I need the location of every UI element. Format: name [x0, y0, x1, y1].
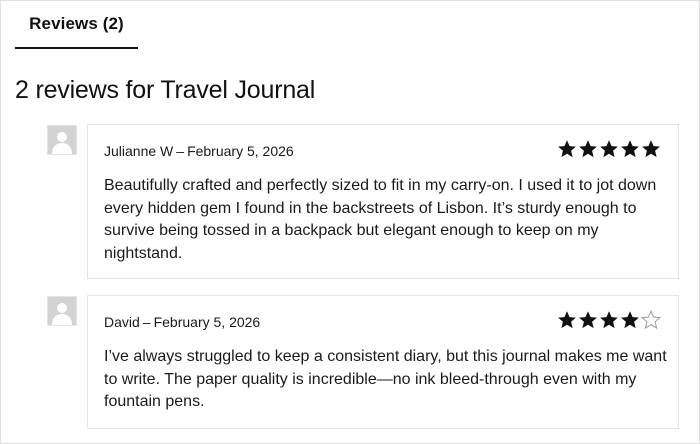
- review-text: I’ve always struggled to keep a consiste…: [104, 348, 667, 411]
- review-date: February 5, 2026: [153, 314, 261, 330]
- star-filled-icon: [600, 140, 618, 158]
- star-filled-icon: [579, 311, 597, 329]
- review-meta: David – February 5, 2026: [104, 313, 260, 331]
- review-card: Julianne W – February 5, 2026 Beautifully …: [87, 124, 679, 279]
- review-meta: Julianne W – February 5, 2026: [104, 142, 294, 160]
- star-filled-icon: [600, 311, 618, 329]
- star-rating: [557, 139, 661, 159]
- star-filled-icon: [621, 311, 639, 329]
- reviews-panel: Reviews (2) 2 reviews for Travel Journal…: [0, 0, 700, 444]
- star-filled-icon: [642, 140, 660, 158]
- review-separator: –: [142, 314, 151, 330]
- review-author: Julianne W: [104, 143, 174, 159]
- review-author: David: [104, 314, 140, 330]
- review-card: David – February 5, 2026 I’ve always strug…: [87, 295, 679, 429]
- star-filled-icon: [558, 311, 576, 329]
- star-filled-icon: [579, 140, 597, 158]
- avatar-icon: [47, 125, 77, 155]
- review-text: Beautifully crafted and perfectly sized …: [104, 177, 657, 262]
- star-rating: [557, 310, 661, 330]
- reviews-heading: 2 reviews for Travel Journal: [15, 76, 316, 104]
- tab-reviews[interactable]: Reviews (2): [15, 1, 138, 49]
- avatar-icon: [47, 296, 77, 326]
- review-separator: –: [176, 143, 185, 159]
- star-filled-icon: [621, 140, 639, 158]
- star-empty-icon: [641, 310, 661, 330]
- star-filled-icon: [558, 140, 576, 158]
- review-date: February 5, 2026: [187, 143, 294, 159]
